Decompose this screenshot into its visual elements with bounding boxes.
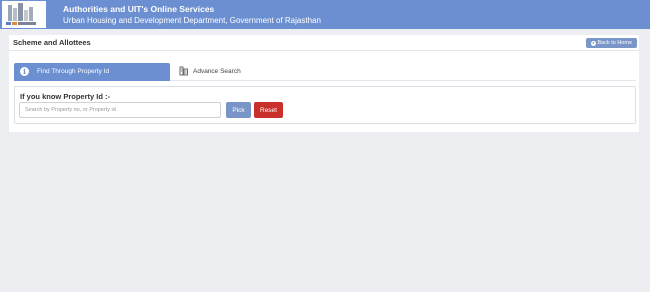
tab-find-through-property-id[interactable]: i Find Through Property Id bbox=[14, 63, 170, 81]
tab-advance-search[interactable]: Advance Search bbox=[174, 63, 274, 81]
property-id-search-box: If you know Property Id :- Pick Reset bbox=[14, 86, 636, 124]
app-header: Authorities and UIT's Online Services Ur… bbox=[0, 0, 650, 29]
page-title: Scheme and Allottees bbox=[13, 38, 91, 47]
search-tabs: i Find Through Property Id Advance Searc… bbox=[14, 63, 636, 81]
main-panel: Scheme and Allottees Back to Home i Find… bbox=[9, 35, 639, 132]
info-icon: i bbox=[20, 67, 29, 76]
arrow-circle-left-icon bbox=[590, 40, 596, 46]
property-id-search-input[interactable] bbox=[19, 102, 221, 118]
panel-heading: Scheme and Allottees Back to Home bbox=[9, 35, 639, 51]
reset-button[interactable]: Reset bbox=[254, 102, 283, 118]
pick-button[interactable]: Pick bbox=[226, 102, 251, 118]
app-title: Authorities and UIT's Online Services bbox=[63, 4, 215, 14]
building-logo-icon[interactable] bbox=[2, 1, 46, 28]
tab-label: Advance Search bbox=[193, 68, 241, 75]
building-icon bbox=[179, 66, 188, 76]
tab-label: Find Through Property Id bbox=[37, 68, 110, 75]
back-to-home-button[interactable]: Back to Home bbox=[586, 38, 637, 48]
search-heading: If you know Property Id :- bbox=[20, 92, 111, 101]
app-subtitle: Urban Housing and Development Department… bbox=[63, 16, 321, 25]
back-button-label: Back to Home bbox=[597, 40, 633, 46]
